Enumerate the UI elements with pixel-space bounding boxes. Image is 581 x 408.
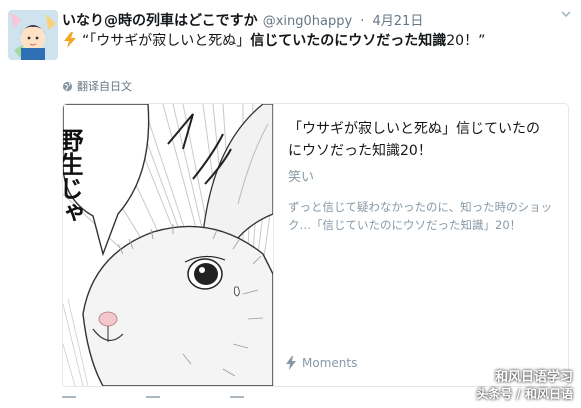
watermark-line2: 头条号 / 和风日语 (476, 387, 573, 401)
user-handle[interactable]: @xing0happy (263, 14, 352, 29)
tweet-header: いなり@時の列車はどこですか @xing0happy · 4月21日 (62, 10, 571, 30)
reply-icon[interactable] (62, 396, 76, 408)
lightning-icon (62, 32, 78, 48)
watermark: 和风日语学习 头条号 / 和风日语 (476, 369, 573, 403)
moments-label: Moments (302, 356, 358, 370)
card-footer[interactable]: Moments (286, 356, 357, 370)
globe-icon (62, 81, 73, 91)
rabbit-manga-illustration: 野生じゃ (63, 104, 274, 386)
translate-link[interactable]: 翻译自日文 (62, 78, 132, 94)
tweet-text-tail: 20！” (446, 33, 486, 49)
card-category: 笑い (288, 170, 315, 185)
avatar[interactable] (8, 10, 58, 60)
chevron-down-icon[interactable] (559, 6, 573, 20)
display-name[interactable]: いなり@時の列車はどこですか (62, 13, 258, 29)
watermark-line1: 和风日语学习 (494, 370, 573, 385)
card-title[interactable]: 「ウサギが寂しいと死ぬ」信じていたのにウソだった知識20！ (288, 118, 553, 162)
tweet-actions (62, 396, 244, 408)
like-icon[interactable] (230, 396, 244, 408)
card-description: ずっと信じて疑わなかったのに、知った時のショック…「信じていたのにウソだった知識… (288, 200, 553, 232)
avatar-image (8, 10, 58, 60)
moment-card[interactable]: 野生じゃ 「ウサギが寂しいと死ぬ」信じていたのにウソだった知識20！ 笑い ずっ… (62, 103, 569, 387)
tweet-date[interactable]: 4月21日 (373, 14, 424, 29)
tweet-text-quote: “「ウサギが寂しいと死ぬ」 (82, 33, 251, 49)
separator-dot: · (360, 14, 365, 29)
card-body: 「ウサギが寂しいと死ぬ」信じていたのにウソだった知識20！ 笑い ずっと信じて疑… (288, 118, 553, 234)
lightning-icon (286, 356, 296, 370)
tweet-text: “「ウサギが寂しいと死ぬ」信じていたのにウソだった知識20！” (62, 32, 572, 50)
tweet-text-bold: 信じていたのにウソだった知識 (250, 33, 447, 49)
manga-caption-1: 野生じゃ (63, 128, 83, 224)
translate-label: 翻译自日文 (77, 80, 132, 93)
retweet-icon[interactable] (146, 396, 160, 408)
card-image[interactable]: 野生じゃ (63, 104, 274, 386)
